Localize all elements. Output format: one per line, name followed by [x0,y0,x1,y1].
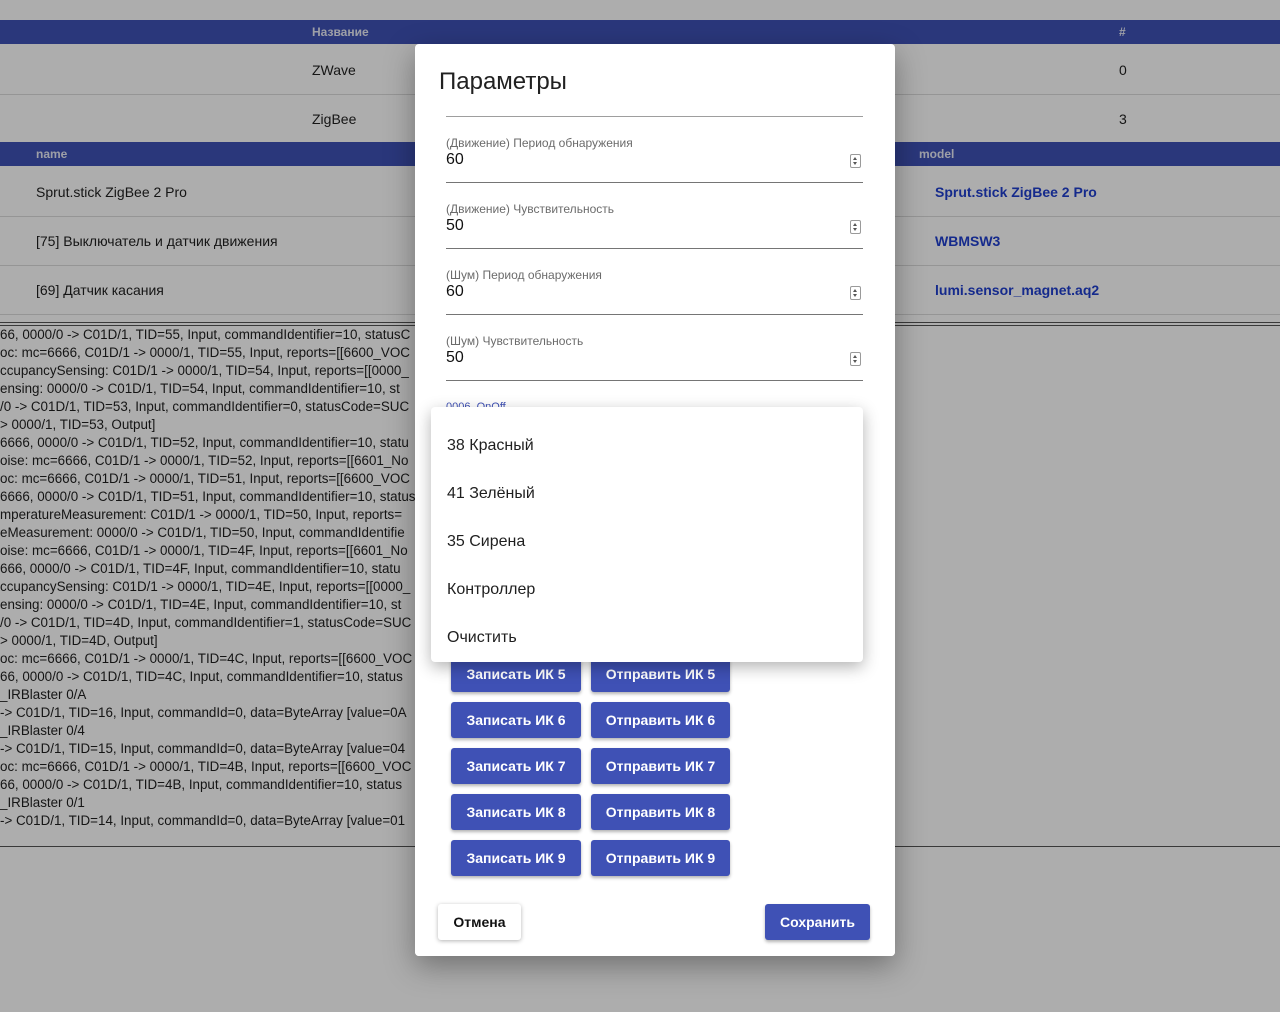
field-value[interactable]: 50 [446,349,464,367]
record-ir-8-button[interactable]: Записать ИК 8 [451,794,581,830]
send-ir-8-button[interactable]: Отправить ИК 8 [591,794,730,830]
number-spinner-icon[interactable] [850,352,861,366]
dialog-actions: Отмена Сохранить [415,887,895,956]
record-ir-6-button[interactable]: Записать ИК 6 [451,702,581,738]
record-ir-9-button[interactable]: Записать ИК 9 [451,840,581,876]
dropdown-option[interactable]: 38 Красный [447,422,847,470]
number-spinner-icon[interactable] [850,220,861,234]
field-value[interactable]: 60 [446,151,464,169]
dropdown-option[interactable]: 35 Сирена [447,518,847,566]
select-dropdown-menu: 38 Красный 41 Зелёный 35 Сирена Контролл… [431,407,863,662]
dropdown-option[interactable]: Очистить [447,614,847,662]
field-value[interactable]: 50 [446,217,464,235]
ir-button-row: Записать ИК 7 Отправить ИК 7 [451,748,751,786]
field-label: (Движение) Чувствительность [446,202,614,216]
save-button[interactable]: Сохранить [765,904,870,940]
field-label: (Движение) Период обнаружения [446,136,633,150]
number-spinner-icon[interactable] [850,286,861,300]
dialog-title: Параметры [439,68,567,95]
number-spinner-icon[interactable] [850,154,861,168]
noise-sensitivity-field[interactable]: (Шум) Чувствительность 50 [446,334,863,381]
field-label: (Шум) Период обнаружения [446,268,602,282]
divider [446,116,863,117]
field-value[interactable]: 60 [446,283,464,301]
field-label: (Шум) Чувствительность [446,334,584,348]
cancel-button[interactable]: Отмена [438,904,521,940]
ir-button-row: Записать ИК 8 Отправить ИК 8 [451,794,751,832]
ir-button-row: Записать ИК 6 Отправить ИК 6 [451,702,751,740]
send-ir-6-button[interactable]: Отправить ИК 6 [591,702,730,738]
motion-period-field[interactable]: (Движение) Период обнаружения 60 [446,136,863,183]
send-ir-9-button[interactable]: Отправить ИК 9 [591,840,730,876]
ir-button-row: Записать ИК 9 Отправить ИК 9 [451,840,751,878]
motion-sensitivity-field[interactable]: (Движение) Чувствительность 50 [446,202,863,249]
dropdown-option[interactable]: 41 Зелёный [447,470,847,518]
dropdown-option[interactable]: Контроллер [447,566,847,614]
send-ir-7-button[interactable]: Отправить ИК 7 [591,748,730,784]
noise-period-field[interactable]: (Шум) Период обнаружения 60 [446,268,863,315]
record-ir-7-button[interactable]: Записать ИК 7 [451,748,581,784]
